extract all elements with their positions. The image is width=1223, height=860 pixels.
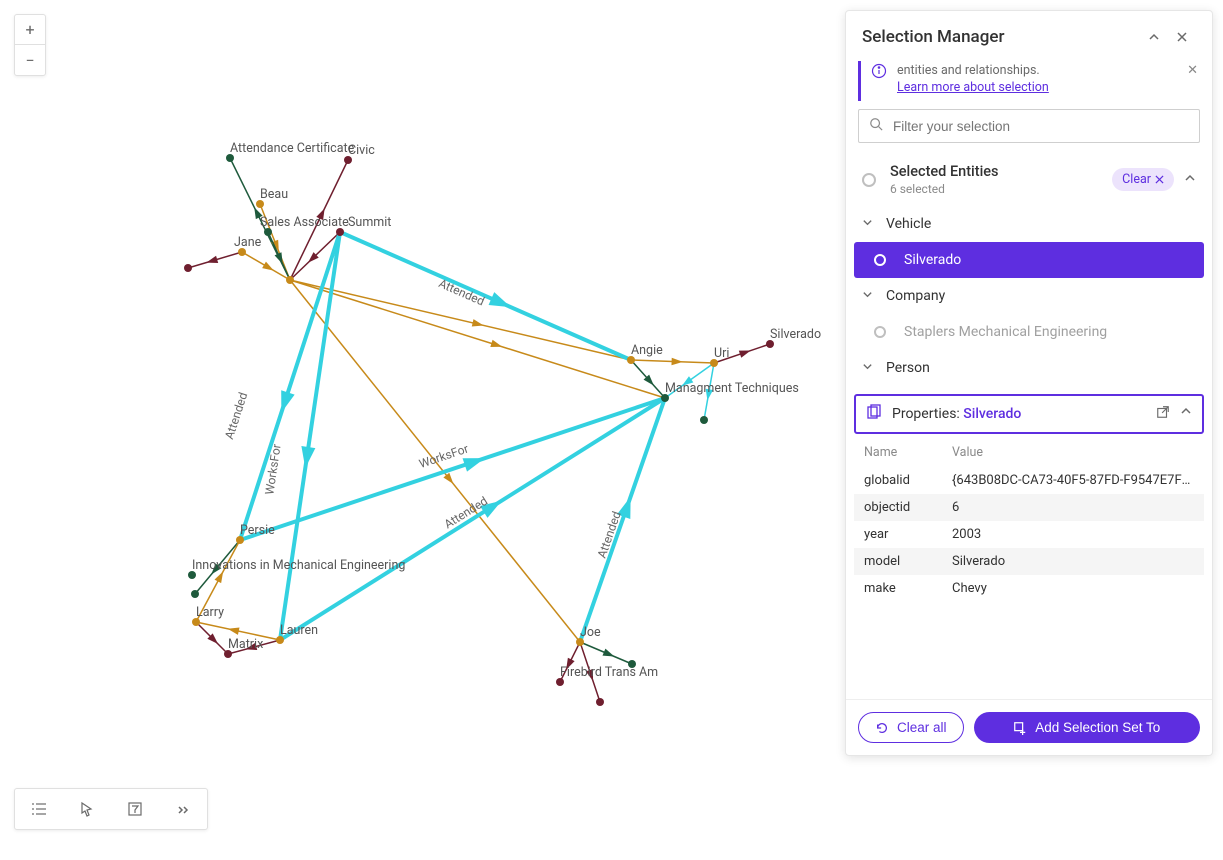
group-label: Person [886,360,930,376]
property-value: {643B08DC-CA73-40F5-87FD-F9547E7F99... [952,473,1194,488]
svg-text:Attended: Attended [222,391,250,441]
add-selection-button[interactable]: Add Selection Set To [974,712,1200,743]
property-value: 6 [952,500,1194,515]
group-label: Company [886,288,945,304]
search-input[interactable] [893,119,1189,134]
svg-text:WorksFor: WorksFor [262,443,283,496]
group-label: Vehicle [886,216,931,232]
svg-text:Beau: Beau [260,187,288,202]
property-name: make [864,581,952,596]
entity-item-label: Silverado [904,252,961,268]
properties-table-header: Name Value [854,438,1204,467]
svg-text:Attended: Attended [437,276,487,308]
entity-item[interactable]: Silverado [854,242,1204,278]
property-row: objectid6 [854,494,1204,521]
group-header[interactable]: Vehicle [846,206,1212,242]
group-header[interactable]: Company [846,278,1212,314]
entity-dot-icon [874,254,886,266]
svg-text:Larry: Larry [196,605,224,620]
svg-text:Angie: Angie [631,343,663,358]
entity-item-label: Staplers Mechanical Engineering [904,324,1107,340]
svg-text:Managment Techniques: Managment Techniques [665,381,799,396]
property-value: Silverado [952,554,1194,569]
search-row [858,109,1200,143]
selected-count: 6 selected [890,182,999,196]
svg-text:Lauren: Lauren [280,623,318,638]
svg-text:Civic: Civic [348,143,375,158]
selected-entities-title: Selected Entities [890,163,999,180]
close-icon[interactable] [1168,23,1196,51]
chevron-up-icon[interactable] [1184,172,1196,188]
clear-all-button[interactable]: Clear all [858,712,964,743]
properties-title-prefix: Properties: [892,406,963,422]
entity-item[interactable]: Staplers Mechanical Engineering [846,314,1212,350]
svg-text:Silverado: Silverado [770,327,821,342]
selected-entities-header: Selected Entities 6 selected Clear [846,153,1212,206]
svg-text:Jane: Jane [234,235,262,250]
property-name: year [864,527,952,542]
property-row: modelSilverado [854,548,1204,575]
graph-canvas[interactable]: AttendedAttendedWorksForWorksForAttended… [0,0,846,856]
info-link[interactable]: Learn more about selection [897,80,1049,95]
property-value: 2003 [952,527,1194,542]
properties-header: Properties: Silverado [854,394,1204,434]
properties-table: Name Value globalid{643B08DC-CA73-40F5-8… [854,438,1204,699]
info-text: entities and relationships. [897,63,1040,78]
svg-text:Summit: Summit [348,215,391,230]
property-row: makeChevy [854,575,1204,602]
collapse-icon[interactable] [1140,23,1168,51]
svg-text:Matrix: Matrix [228,637,263,652]
properties-icon [866,404,882,424]
svg-text:Innovations in Mechanical Engi: Innovations in Mechanical Engineering [192,558,405,573]
svg-text:Joe: Joe [580,625,601,640]
chevron-down-icon [862,361,876,376]
panel-footer: Clear all Add Selection Set To [846,699,1212,755]
property-name: globalid [864,473,952,488]
entity-dot-icon [874,326,886,338]
properties-entity-name: Silverado [963,406,1021,422]
clear-selection-button[interactable]: Clear [1112,168,1174,191]
property-value: Chevy [952,581,1194,596]
svg-text:Sales Associate: Sales Associate [260,215,349,230]
property-name: model [864,554,952,569]
selection-manager-panel: Selection Manager entities and relations… [845,10,1213,756]
panel-title: Selection Manager [862,27,1140,47]
info-icon [871,63,887,79]
group-header[interactable]: Person [846,350,1212,386]
chevron-up-icon[interactable] [1180,405,1192,423]
popout-icon[interactable] [1156,405,1170,423]
svg-text:Uri: Uri [714,346,729,361]
panel-header: Selection Manager [846,11,1212,61]
svg-text:Attendance Certificate: Attendance Certificate [230,141,355,156]
chevron-down-icon [862,289,876,304]
entity-dot-icon [862,173,876,187]
info-banner: entities and relationships. Learn more a… [858,61,1200,101]
svg-text:Firebird Trans Am: Firebird Trans Am [560,665,658,680]
property-row: year2003 [854,521,1204,548]
property-row: globalid{643B08DC-CA73-40F5-87FD-F9547E7… [854,467,1204,494]
chevron-down-icon [862,217,876,232]
search-icon [869,117,883,135]
info-close-icon[interactable]: ✕ [1187,63,1198,78]
property-name: objectid [864,500,952,515]
svg-text:Persie: Persie [240,523,275,538]
